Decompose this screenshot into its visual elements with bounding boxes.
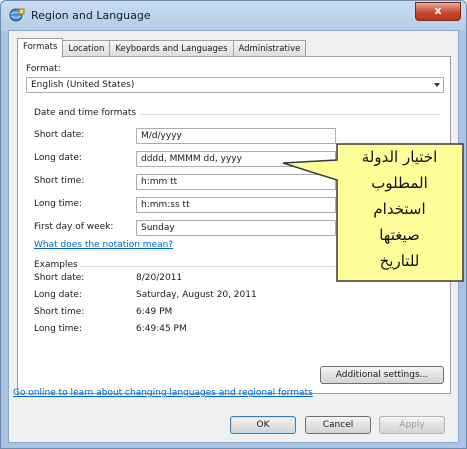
tab-location[interactable]: Location xyxy=(62,40,111,57)
callout-line: صيغتها xyxy=(379,226,420,244)
long-time-value: h:mm:ss tt xyxy=(141,200,190,210)
short-date-label: Short date: xyxy=(34,130,85,140)
tab-administrative[interactable]: Administrative xyxy=(232,40,307,57)
example-long-time-value: 6:49:45 PM xyxy=(136,324,187,334)
notation-help-link[interactable]: What does the notation mean? xyxy=(34,240,173,250)
title-bar[interactable]: Region and Language x xyxy=(1,1,466,30)
short-time-value: h:mm tt xyxy=(141,177,178,187)
short-time-label: Short time: xyxy=(34,176,85,186)
short-date-value: M/d/yyyy xyxy=(141,131,182,141)
first-day-dropdown[interactable]: Sunday xyxy=(136,220,336,236)
tab-formats[interactable]: Formats xyxy=(17,38,64,58)
callout-line: استخدام xyxy=(373,200,426,218)
example-long-date-label: Long date: xyxy=(34,290,82,300)
format-dropdown[interactable]: English (United States) xyxy=(26,77,444,93)
example-short-time-value: 6:49 PM xyxy=(136,307,173,317)
online-help-link[interactable]: Go online to learn about changing langua… xyxy=(13,388,313,398)
callout-line: المطلوب xyxy=(371,174,428,192)
long-date-dropdown[interactable]: dddd, MMMM dd, yyyy xyxy=(136,151,336,167)
tab-keyboards-languages[interactable]: Keyboards and Languages xyxy=(109,40,234,57)
additional-settings-button[interactable]: Additional settings... xyxy=(320,366,444,384)
example-short-date-label: Short date: xyxy=(34,273,85,283)
short-date-dropdown[interactable]: M/d/yyyy xyxy=(136,128,336,144)
example-long-date-value: Saturday, August 20, 2011 xyxy=(136,290,257,300)
long-date-value: dddd, MMMM dd, yyyy xyxy=(141,154,242,164)
tab-strip: Formats Location Keyboards and Languages… xyxy=(17,38,307,58)
long-time-label: Long time: xyxy=(34,199,83,209)
apply-button[interactable]: Apply xyxy=(379,416,445,434)
close-button[interactable]: x xyxy=(415,2,461,21)
group-divider xyxy=(140,114,440,115)
example-short-time-label: Short time: xyxy=(34,307,85,317)
examples-heading: Examples xyxy=(34,260,78,270)
example-long-time-label: Long time: xyxy=(34,324,83,334)
callout-text: اختيار الدولة المطلوب استخدام صيغتها للت… xyxy=(337,144,462,274)
callout-line: اختيار الدولة xyxy=(361,148,438,166)
long-time-dropdown[interactable]: h:mm:ss tt xyxy=(136,197,336,213)
first-day-label: First day of week: xyxy=(34,222,114,232)
window-title: Region and Language xyxy=(31,9,151,22)
example-short-date-value: 8/20/2011 xyxy=(136,273,183,283)
first-day-value: Sunday xyxy=(141,223,175,233)
format-label: Format: xyxy=(26,64,61,74)
short-time-dropdown[interactable]: h:mm tt xyxy=(136,174,336,190)
format-value: English (United States) xyxy=(31,80,135,90)
chevron-down-icon xyxy=(434,83,440,87)
ok-button[interactable]: OK xyxy=(230,416,296,434)
date-time-heading: Date and time formats xyxy=(34,108,137,118)
cancel-button[interactable]: Cancel xyxy=(305,416,371,434)
callout-line: للتاريخ xyxy=(379,252,420,270)
long-date-label: Long date: xyxy=(34,153,82,163)
globe-clock-icon xyxy=(9,8,25,22)
